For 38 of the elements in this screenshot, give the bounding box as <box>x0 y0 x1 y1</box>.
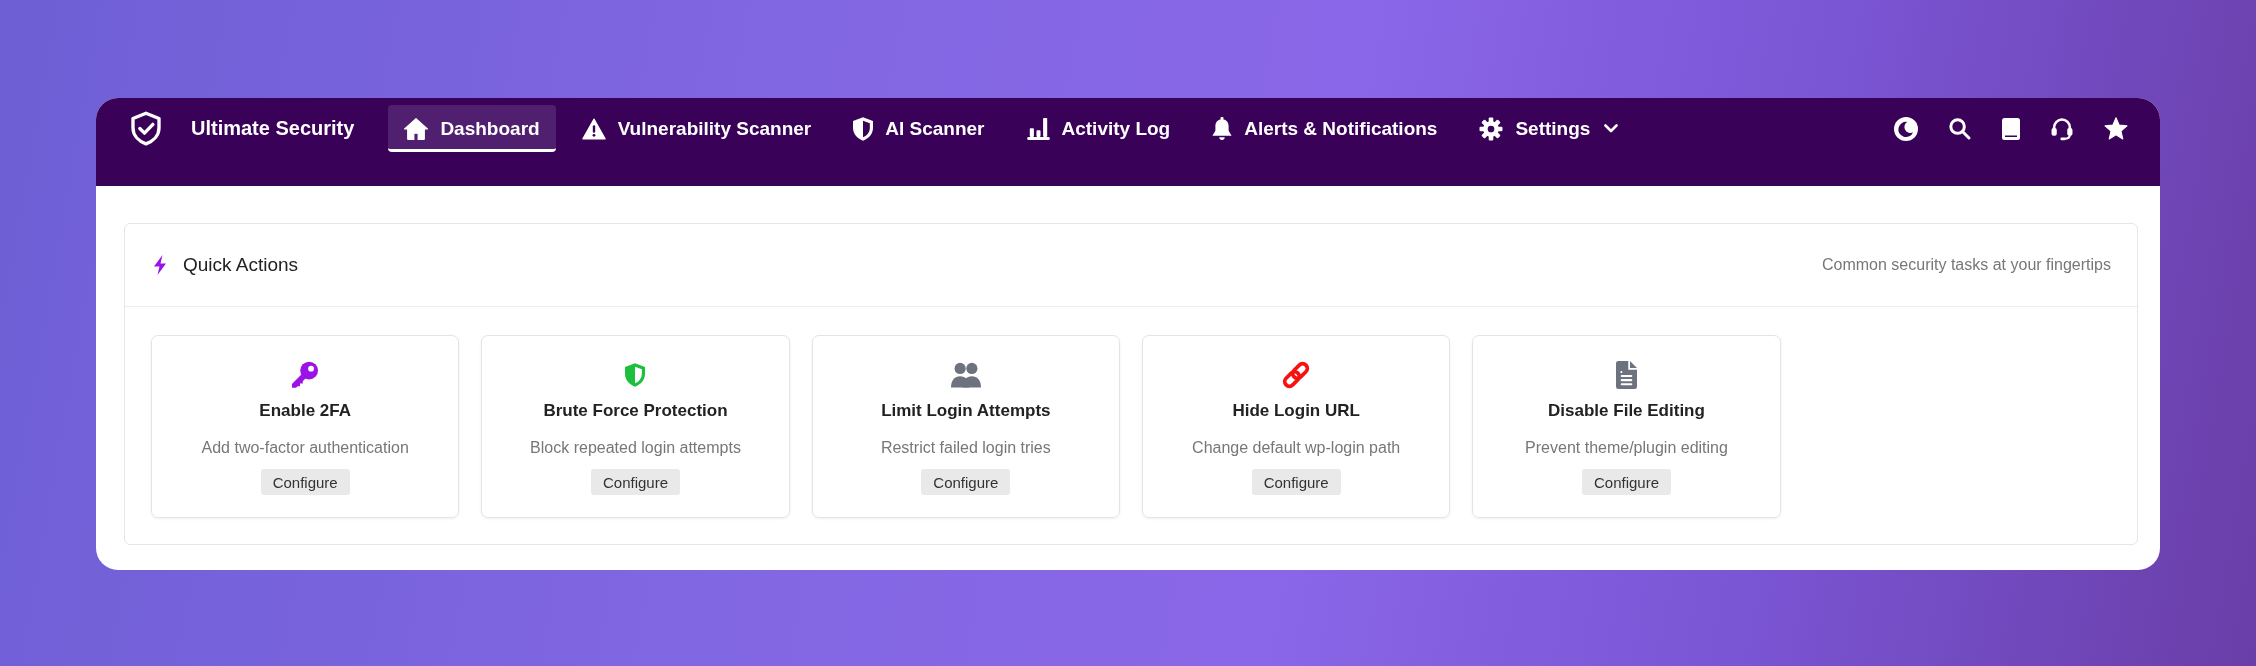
card-description: Add two-factor authentication <box>201 438 409 458</box>
moon-icon[interactable] <box>1894 116 1918 141</box>
nav-tab[interactable]: Activity Log <box>1010 105 1187 152</box>
nav-dropdown[interactable]: Settings <box>1463 105 1635 152</box>
configure-button[interactable]: Configure <box>590 469 680 495</box>
card-title: Brute Force Protection <box>543 400 728 422</box>
card-description: Block repeated login attempts <box>530 438 741 458</box>
panel-title: Quick Actions <box>183 254 299 276</box>
nav-tab[interactable]: Dashboard <box>388 105 556 152</box>
bar-chart-icon <box>1026 117 1050 140</box>
gear-icon <box>1479 116 1504 141</box>
nav-tab[interactable]: Vulnerability Scanner <box>565 105 828 152</box>
bolt-icon <box>153 255 167 275</box>
card-description: Prevent theme/plugin editing <box>1525 438 1728 458</box>
card-title: Disable File Editing <box>1548 400 1705 422</box>
brand-name: Ultimate Security <box>191 117 355 140</box>
configure-button[interactable]: Configure <box>1251 469 1341 495</box>
configure-button[interactable]: Configure <box>260 469 350 495</box>
warning-icon <box>581 117 606 140</box>
configure-button[interactable]: Configure <box>1581 469 1671 495</box>
card-description: Change default wp-login path <box>1192 438 1401 458</box>
shield-check-icon <box>131 111 161 146</box>
chevron-down-icon <box>1604 124 1619 133</box>
card-title: Enable 2FA <box>259 400 351 422</box>
configure-button[interactable]: Configure <box>921 469 1011 495</box>
panel-subtitle: Common security tasks at your fingertips <box>1822 256 2111 274</box>
book-icon[interactable] <box>2002 117 2020 140</box>
card-title: Hide Login URL <box>1232 400 1360 422</box>
bell-icon <box>1212 116 1233 141</box>
star-icon[interactable] <box>2104 117 2128 140</box>
search-icon[interactable] <box>1949 117 1971 140</box>
nav-tab[interactable]: AI Scanner <box>837 105 1001 152</box>
shield-icon <box>853 116 874 141</box>
headset-icon[interactable] <box>2051 116 2073 141</box>
house-icon <box>404 117 429 140</box>
nav-tab[interactable]: Alerts & Notifications <box>1196 105 1454 152</box>
card-description: Restrict failed login tries <box>880 438 1051 458</box>
card-title: Limit Login Attempts <box>881 400 1051 422</box>
